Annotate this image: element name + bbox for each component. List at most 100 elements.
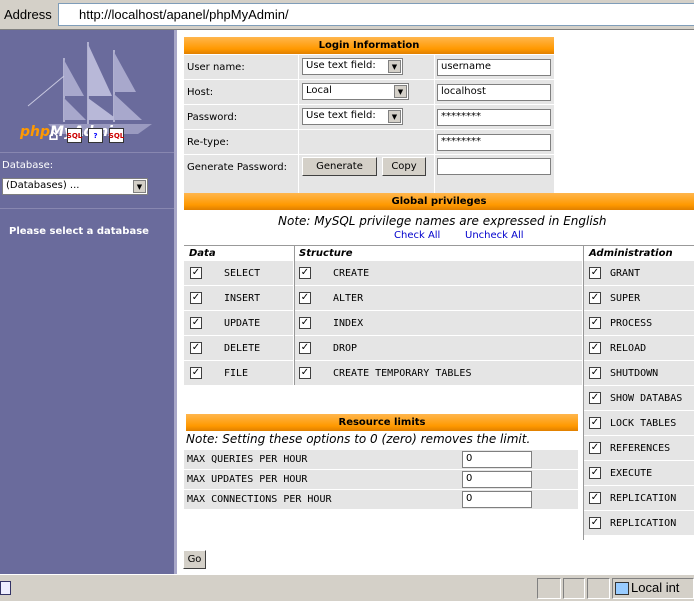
admin-privilege-checkbox[interactable]: ✓ bbox=[589, 317, 601, 329]
login-row-divider bbox=[184, 104, 554, 105]
resource-limit-label: MAX QUERIES PER HOUR bbox=[187, 454, 308, 465]
select-database-message: Please select a database bbox=[9, 226, 149, 237]
database-label: Database: bbox=[2, 160, 54, 171]
admin-privilege-checkbox[interactable]: ✓ bbox=[589, 267, 601, 279]
admin-privilege-checkbox[interactable]: ✓ bbox=[589, 292, 601, 304]
security-zone-label: Local int bbox=[631, 580, 680, 595]
database-select[interactable]: (Databases) ... ▼ bbox=[2, 178, 148, 195]
admin-privilege-label: SHOW DATABAS bbox=[610, 393, 683, 404]
address-label: Address bbox=[4, 7, 52, 22]
structure-privilege-label: CREATE TEMPORARY TABLES bbox=[333, 368, 472, 379]
data-privilege-label: INSERT bbox=[224, 293, 261, 304]
admin-privilege-label: EXECUTE bbox=[610, 468, 653, 479]
admin-privilege-checkbox[interactable]: ✓ bbox=[589, 492, 601, 504]
structure-privilege-checkbox[interactable]: ✓ bbox=[299, 342, 311, 354]
structure-privilege-label: DROP bbox=[333, 343, 358, 354]
structure-privilege-checkbox[interactable]: ✓ bbox=[299, 292, 311, 304]
copy-button[interactable]: Copy bbox=[382, 157, 426, 176]
admin-privilege-label: PROCESS bbox=[610, 318, 653, 329]
data-privilege-checkbox[interactable]: ✓ bbox=[190, 367, 202, 379]
admin-privilege-label: LOCK TABLES bbox=[610, 418, 677, 429]
admin-privilege-checkbox[interactable]: ✓ bbox=[589, 442, 601, 454]
status-bar: Local int bbox=[0, 574, 694, 601]
status-cell bbox=[537, 578, 561, 599]
data-column-header: Data bbox=[189, 248, 216, 259]
data-privilege-checkbox[interactable]: ✓ bbox=[190, 317, 202, 329]
data-privilege-label: UPDATE bbox=[224, 318, 261, 329]
admin-privilege-checkbox[interactable]: ✓ bbox=[589, 467, 601, 479]
password-type-value: Use text field: bbox=[306, 110, 376, 121]
status-cell bbox=[587, 578, 610, 599]
sidebar-divider bbox=[0, 152, 174, 153]
admin-privilege-checkbox[interactable]: ✓ bbox=[589, 367, 601, 379]
sidebar-divider bbox=[0, 208, 174, 209]
generate-button[interactable]: Generate bbox=[302, 157, 377, 176]
structure-privilege-label: INDEX bbox=[333, 318, 364, 329]
address-input[interactable]: http://localhost/apanel/phpMyAdmin/ bbox=[58, 3, 694, 26]
sidebar-icon-row: ⌂ SQL ? SQL bbox=[46, 128, 124, 144]
admin-privilege-checkbox[interactable]: ✓ bbox=[589, 392, 601, 404]
sql-icon[interactable]: SQL bbox=[67, 128, 82, 143]
admin-privilege-label: SHUTDOWN bbox=[610, 368, 659, 379]
security-zone: Local int bbox=[612, 578, 694, 599]
resource-limit-field[interactable]: 0 bbox=[462, 471, 532, 488]
administration-column-header: Administration bbox=[589, 248, 673, 259]
structure-privilege-label: ALTER bbox=[333, 293, 364, 304]
admin-privilege-label: REPLICATION bbox=[610, 518, 677, 529]
login-row-divider bbox=[184, 79, 554, 80]
sql-query-icon[interactable]: SQL bbox=[109, 128, 124, 143]
admin-privilege-checkbox[interactable]: ✓ bbox=[589, 517, 601, 529]
chevron-down-icon[interactable]: ▼ bbox=[388, 60, 401, 73]
admin-privilege-label: RELOAD bbox=[610, 343, 647, 354]
data-privilege-label: SELECT bbox=[224, 268, 261, 279]
login-row-divider bbox=[184, 154, 554, 155]
generated-password-field[interactable] bbox=[437, 158, 551, 175]
username-type-select[interactable]: Use text field: ▼ bbox=[302, 58, 403, 75]
chevron-down-icon[interactable]: ▼ bbox=[388, 110, 401, 123]
admin-privilege-label: GRANT bbox=[610, 268, 641, 279]
resource-limit-field[interactable]: 0 bbox=[462, 451, 532, 468]
host-type-value: Local bbox=[306, 85, 332, 96]
host-field[interactable]: localhost bbox=[437, 84, 551, 101]
chevron-down-icon[interactable]: ▼ bbox=[394, 85, 407, 98]
password-field[interactable]: ******** bbox=[437, 109, 551, 126]
resource-limits-note: Note: Setting these options to 0 (zero) … bbox=[186, 432, 531, 446]
admin-privilege-checkbox[interactable]: ✓ bbox=[589, 417, 601, 429]
help-icon[interactable]: ? bbox=[88, 128, 103, 143]
resource-limit-label: MAX CONNECTIONS PER HOUR bbox=[187, 494, 332, 505]
host-label: Host: bbox=[187, 87, 214, 98]
login-row-divider bbox=[184, 129, 554, 130]
chevron-down-icon[interactable]: ▼ bbox=[133, 180, 146, 193]
database-select-value: (Databases) ... bbox=[6, 180, 80, 191]
retype-field[interactable]: ******** bbox=[437, 134, 551, 151]
password-label: Password: bbox=[187, 112, 238, 123]
go-button[interactable]: Go bbox=[183, 550, 206, 569]
main-content: Login Information User name: Use text fi… bbox=[180, 30, 694, 574]
data-privilege-checkbox[interactable]: ✓ bbox=[190, 342, 202, 354]
retype-label: Re-type: bbox=[187, 137, 229, 148]
data-privilege-label: DELETE bbox=[224, 343, 261, 354]
host-type-select[interactable]: Local ▼ bbox=[302, 83, 409, 100]
password-type-select[interactable]: Use text field: ▼ bbox=[302, 108, 403, 125]
username-field[interactable]: username bbox=[437, 59, 551, 76]
structure-privilege-label: CREATE bbox=[333, 268, 370, 279]
structure-privilege-checkbox[interactable]: ✓ bbox=[299, 317, 311, 329]
data-privilege-checkbox[interactable]: ✓ bbox=[190, 292, 202, 304]
data-privilege-checkbox[interactable]: ✓ bbox=[190, 267, 202, 279]
login-information-header: Login Information bbox=[184, 37, 554, 54]
admin-privilege-label: REPLICATION bbox=[610, 493, 677, 504]
home-icon[interactable]: ⌂ bbox=[46, 128, 61, 144]
status-cell bbox=[563, 578, 585, 599]
structure-column-header: Structure bbox=[299, 248, 353, 259]
admin-privilege-checkbox[interactable]: ✓ bbox=[589, 342, 601, 354]
resource-limit-field[interactable]: 0 bbox=[462, 491, 532, 508]
structure-privilege-checkbox[interactable]: ✓ bbox=[299, 367, 311, 379]
structure-privilege-checkbox[interactable]: ✓ bbox=[299, 267, 311, 279]
computer-icon bbox=[615, 582, 629, 595]
check-all-link[interactable]: Check All bbox=[394, 230, 440, 241]
address-bar: Address http://localhost/apanel/phpMyAdm… bbox=[0, 0, 694, 30]
generate-password-label: Generate Password: bbox=[187, 162, 287, 173]
uncheck-all-link[interactable]: Uncheck All bbox=[465, 230, 524, 241]
username-label: User name: bbox=[187, 62, 245, 73]
resource-limits-header: Resource limits bbox=[186, 414, 578, 431]
